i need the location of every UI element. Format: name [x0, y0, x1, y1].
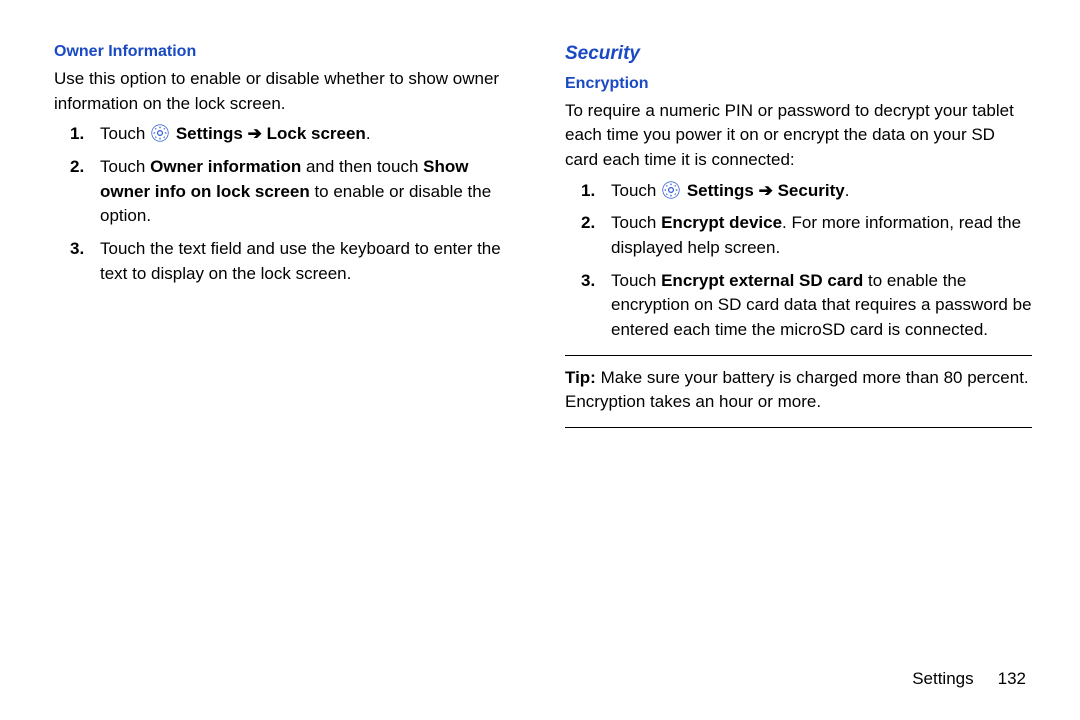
footer-page-number: 132 [998, 669, 1026, 688]
owner-info-intro: Use this option to enable or disable whe… [54, 67, 521, 116]
encryption-intro: To require a numeric PIN or password to … [565, 99, 1032, 173]
security-heading: Security [565, 40, 1032, 68]
list-item: Touch the text field and use the keyboar… [100, 237, 521, 286]
left-column: Owner Information Use this option to ena… [54, 40, 553, 690]
list-item: Touch Settings ➔ Security. [611, 179, 1032, 204]
list-item: Touch Owner information and then touch S… [100, 155, 521, 229]
divider [565, 427, 1032, 428]
list-item: Touch Encrypt device. For more informati… [611, 211, 1032, 260]
list-item: Touch Encrypt external SD card to enable… [611, 269, 1032, 343]
settings-icon [151, 124, 169, 142]
owner-info-steps: Touch Settings ➔ Lock screen. Touch Owne… [54, 122, 521, 286]
settings-icon [662, 181, 680, 199]
divider [565, 355, 1032, 356]
owner-info-heading: Owner Information [54, 40, 521, 63]
page-footer: Settings 132 [912, 667, 1026, 692]
encryption-steps: Touch Settings ➔ Security. Touch Encrypt… [565, 179, 1032, 343]
encryption-heading: Encryption [565, 72, 1032, 95]
list-item: Touch Settings ➔ Lock screen. [100, 122, 521, 147]
footer-section: Settings [912, 669, 973, 688]
tip-text: Tip: Make sure your battery is charged m… [565, 366, 1032, 415]
right-column: Security Encryption To require a numeric… [553, 40, 1032, 690]
